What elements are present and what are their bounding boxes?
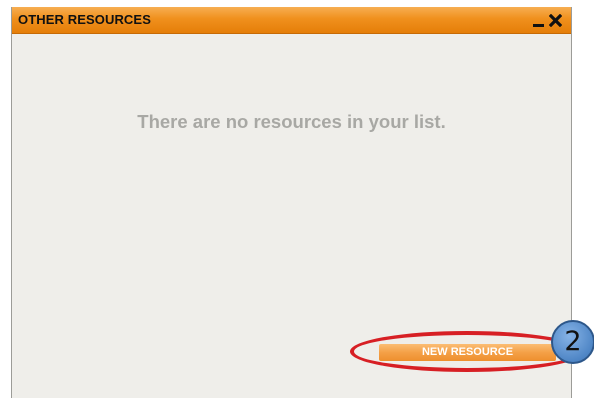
empty-list-message: There are no resources in your list. xyxy=(137,111,446,132)
step-number-badge: 2 xyxy=(551,320,594,364)
new-resource-button[interactable]: NEW RESOURCE xyxy=(379,344,556,361)
screenshot-stage: OTHER RESOURCES There are no resources i… xyxy=(0,0,594,398)
panel-titlebar: OTHER RESOURCES xyxy=(12,7,571,34)
minimize-icon[interactable] xyxy=(533,16,544,27)
other-resources-panel: OTHER RESOURCES There are no resources i… xyxy=(11,7,572,398)
panel-title: OTHER RESOURCES xyxy=(18,12,151,27)
minimize-bar xyxy=(533,24,544,27)
close-icon[interactable] xyxy=(548,13,563,28)
